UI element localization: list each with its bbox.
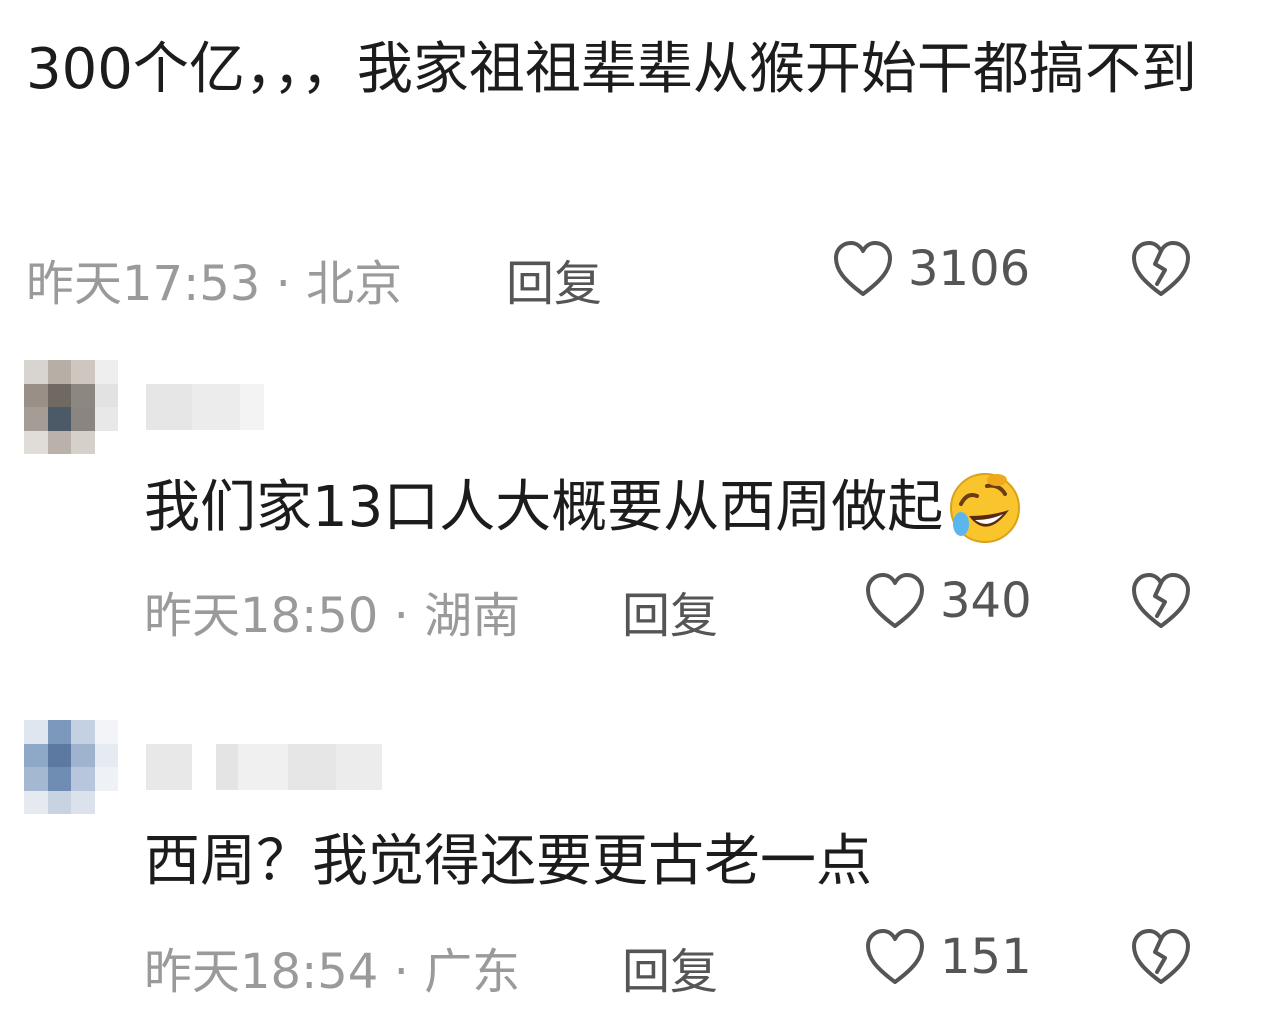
comment-text: 我们家13口人大概要从西周做起 — [144, 475, 944, 540]
avatar[interactable] — [24, 360, 118, 454]
comment-time-location: 昨天17:53 · 北京 — [26, 256, 403, 312]
rolling-on-floor-laughing-emoji — [950, 473, 1021, 543]
comment-time-location: 昨天18:50 · 湖南 — [144, 588, 521, 644]
comment-time-location: 昨天18:54 · 广东 — [144, 944, 521, 1000]
like-count: 340 — [940, 573, 1032, 629]
reply-button[interactable]: 回复 — [622, 576, 718, 646]
like-count: 151 — [940, 929, 1032, 985]
like-button[interactable]: 3106 — [832, 240, 1030, 298]
dislike-button[interactable] — [1130, 572, 1192, 642]
comment-body: 我们家13口人大概要从西周做起 — [144, 458, 1144, 558]
heart-outline-icon — [834, 241, 892, 296]
broken-heart-icon — [1132, 241, 1190, 296]
like-button[interactable]: 151 — [864, 928, 1032, 986]
dislike-button[interactable] — [1130, 240, 1192, 310]
broken-heart-icon — [1132, 573, 1190, 628]
comment-text: 西周？我觉得还要更古老一点 — [144, 829, 872, 894]
heart-outline-icon — [866, 573, 924, 628]
dislike-button[interactable] — [1130, 928, 1192, 998]
username-blurred[interactable] — [146, 384, 264, 430]
comment-meta-row: 昨天17:53 · 北京 回复 3106 — [0, 240, 1286, 312]
reply-button[interactable]: 回复 — [622, 932, 718, 1002]
username-blurred[interactable] — [146, 744, 382, 790]
avatar[interactable] — [24, 720, 118, 814]
reply-button[interactable]: 回复 — [506, 244, 602, 314]
heart-outline-icon — [866, 929, 924, 984]
comment-meta-row: 昨天18:50 · 湖南 回复 340 — [0, 572, 1286, 644]
like-button[interactable]: 340 — [864, 572, 1032, 630]
comment-text: 300个亿，，，我家祖祖辈辈从猴开始干都搞不到 — [26, 37, 1197, 102]
comment-meta-row: 昨天18:54 · 广东 回复 151 — [0, 928, 1286, 1000]
like-count: 3106 — [908, 241, 1031, 297]
broken-heart-icon — [1132, 929, 1190, 984]
